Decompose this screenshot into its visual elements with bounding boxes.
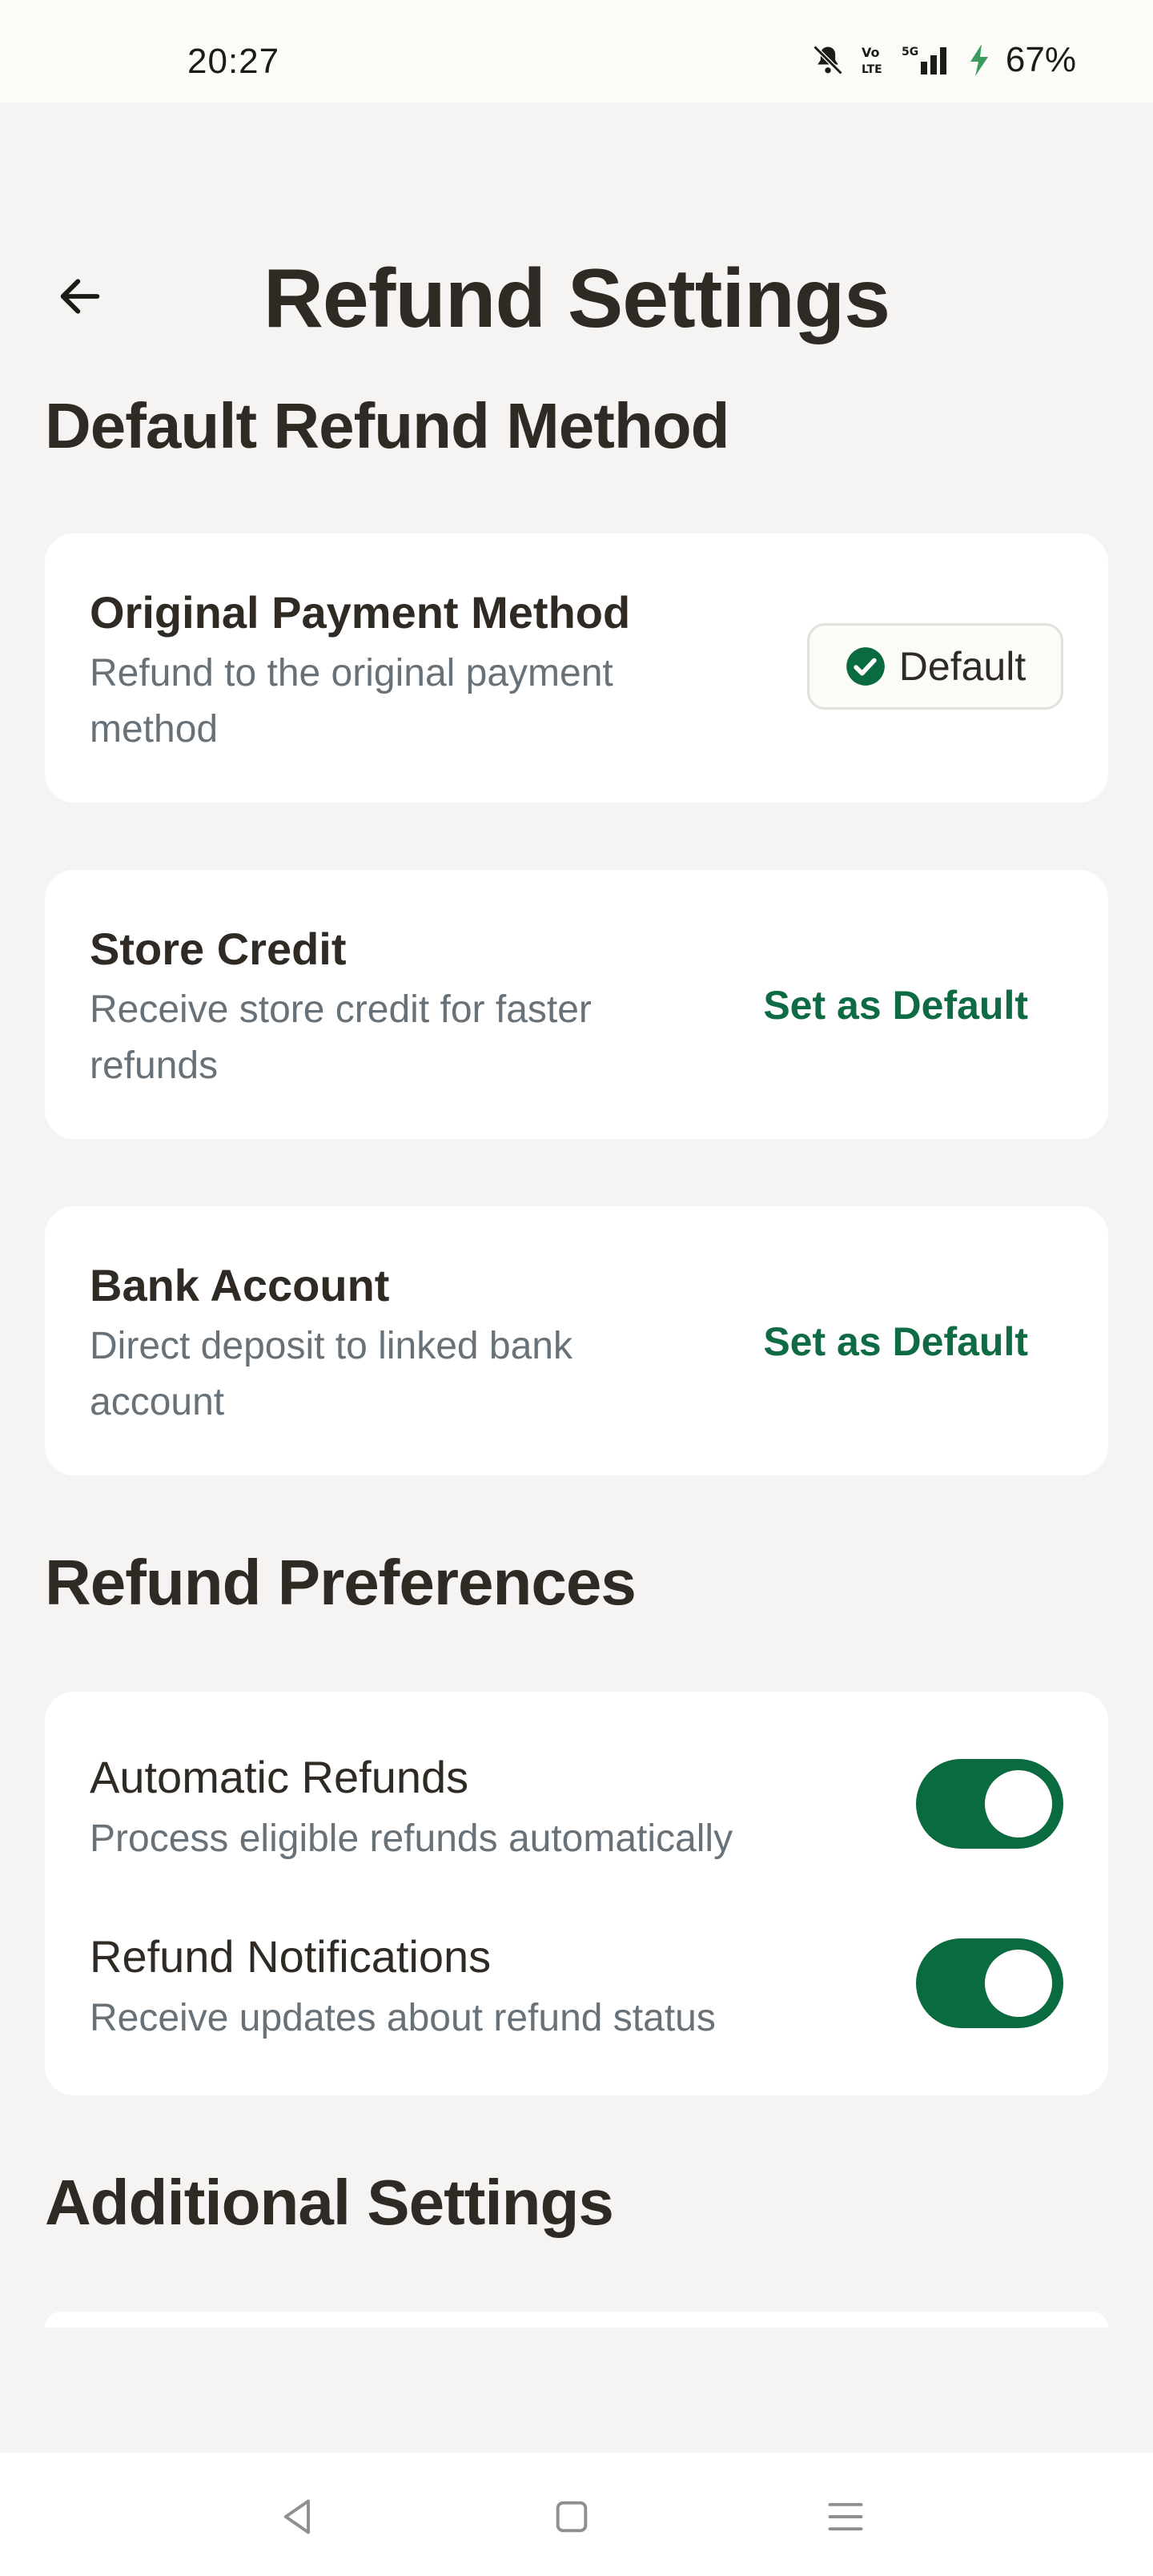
pref-desc-refund-notifications: Receive updates about refund status [90,1997,716,2039]
default-badge-label: Default [898,644,1026,689]
method-title: Original Payment Method [90,587,631,638]
home-square-icon [556,2501,588,2533]
method-title: Bank Account [90,1260,390,1310]
battery-level: 67% [1005,40,1076,79]
status-time: 20:27 [187,42,280,81]
section-title-additional: Additional Settings [45,2167,614,2238]
additional-settings-card [45,2312,1108,2328]
pref-title-refund-notifications: Refund Notifications [90,1931,492,1982]
nav-recents-button[interactable] [814,2485,878,2549]
refund-notifications-toggle[interactable] [916,1938,1063,2028]
section-title-preferences: Refund Preferences [45,1547,637,1618]
page-title: Refund Settings [263,252,890,345]
system-nav-bar [0,2453,1153,2576]
volte-icon: Vo LTE [860,42,887,78]
default-badge[interactable]: Default [807,623,1063,710]
method-card-store-credit: Store Credit Receive store credit for fa… [45,870,1108,1139]
toggle-knob [985,1950,1052,2017]
method-description: Direct deposit to linked bank account [90,1325,572,1423]
section-title-default-method: Default Refund Method [45,390,729,461]
bell-muted-icon [810,42,846,78]
back-triangle-icon [283,2499,310,2534]
nav-back-button[interactable] [266,2485,330,2549]
pref-title-automatic-refunds: Automatic Refunds [90,1752,469,1802]
set-default-button-store-credit[interactable]: Set as Default [763,982,1028,1028]
method-title: Store Credit [90,924,347,974]
svg-text:Vo: Vo [862,45,880,60]
status-icons: Vo LTE 5G 67% [810,40,1076,80]
app-header: Refund Settings [0,240,1153,352]
status-bar: 20:27 Vo LTE 5G 67% [0,0,1153,103]
charging-icon [967,42,991,78]
pref-desc-automatic-refunds: Process eligible refunds automatically [90,1817,733,1860]
svg-text:LTE: LTE [862,63,882,76]
nav-home-button[interactable] [540,2485,604,2549]
check-circle-icon [846,647,885,686]
automatic-refunds-toggle[interactable] [916,1759,1063,1849]
method-card-original-payment: Original Payment Method Refund to the or… [45,533,1108,803]
preferences-card: Automatic Refunds Process eligible refun… [45,1692,1108,2095]
toggle-knob [985,1770,1052,1837]
method-description: Receive store credit for faster refunds [90,988,592,1087]
method-description: Refund to the original payment method [90,652,613,751]
set-default-button-bank-account[interactable]: Set as Default [763,1318,1028,1365]
svg-text:5G: 5G [902,46,918,58]
menu-lines-icon [828,2502,863,2531]
5g-signal-icon: 5G [902,42,953,78]
method-card-bank-account: Bank Account Direct deposit to linked ba… [45,1206,1108,1475]
